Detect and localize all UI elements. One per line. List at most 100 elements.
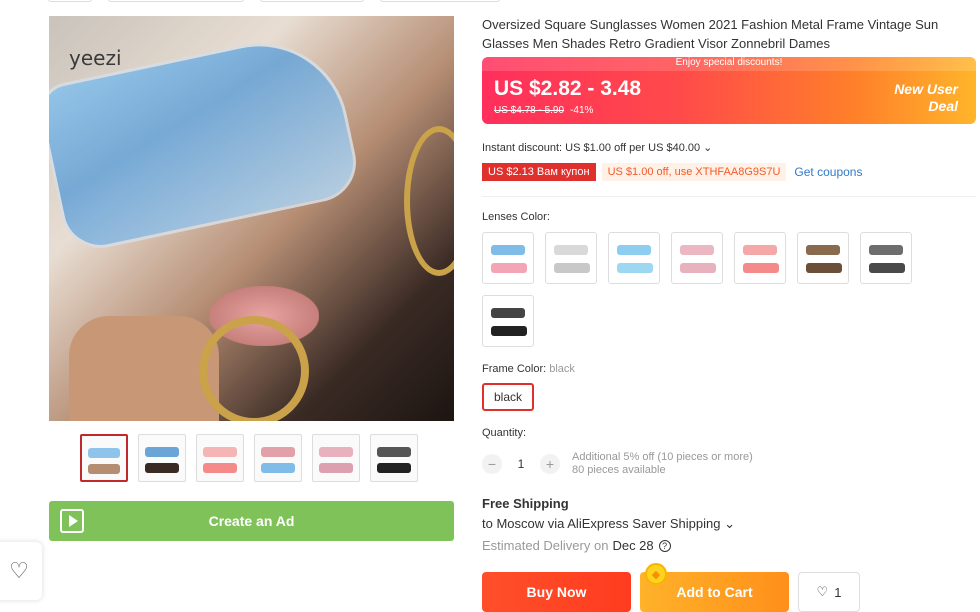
brand-watermark: yeezi	[69, 46, 122, 70]
thumbnail-lens	[88, 464, 120, 474]
thumbnail-strip	[80, 434, 418, 482]
get-coupons-link[interactable]: Get coupons	[794, 165, 862, 179]
coupon-code-badge[interactable]: US $1.00 off, use XTHFAA8G9S7U	[601, 163, 787, 181]
lens-top-shape	[806, 245, 840, 255]
coupon-row: US $2.13 Вам купон US $1.00 off, use XTH…	[482, 163, 862, 181]
shipping-destination[interactable]: to Moscow via AliExpress Saver Shipping …	[482, 516, 735, 532]
heart-icon: ♡	[9, 558, 29, 583]
image-earring-shape	[199, 316, 309, 421]
quantity-increase-button[interactable]: +	[540, 454, 560, 474]
image-hand-shape	[69, 316, 219, 421]
thumbnail-lens	[261, 447, 295, 457]
help-icon[interactable]: ?	[658, 539, 671, 552]
play-icon	[60, 509, 84, 533]
thumbnail[interactable]	[196, 434, 244, 482]
estimated-delivery-date: Dec 28	[612, 538, 654, 553]
quantity-decrease-button[interactable]: −	[482, 454, 502, 474]
quantity-label: Quantity:	[482, 427, 527, 439]
coin-icon: ◆	[645, 563, 667, 585]
coupon-badge[interactable]: US $2.13 Вам купон	[482, 163, 596, 181]
top-tabs	[48, 0, 500, 2]
thumbnail[interactable]	[254, 434, 302, 482]
lens-color-option[interactable]	[608, 232, 660, 284]
price-range: US $2.82 - 3.48	[494, 77, 642, 100]
image-hoop-shape	[404, 126, 454, 276]
thumbnail-lens	[145, 463, 179, 473]
thumbnail-lens	[203, 447, 237, 457]
frame-color-label: Frame Color: black	[482, 363, 575, 375]
quantity-stepper: − 1 + Additional 5% off (10 pieces or mo…	[482, 451, 753, 477]
quantity-input[interactable]: 1	[510, 457, 532, 471]
frame-color-option-black[interactable]: black	[482, 383, 534, 411]
lens-top-shape	[491, 308, 525, 318]
deal-line2: Deal	[928, 98, 958, 114]
shipping-destination-text: to Moscow via AliExpress Saver Shipping	[482, 516, 721, 531]
thumbnail[interactable]	[80, 434, 128, 482]
estimated-delivery: Estimated Delivery on Dec 28 ?	[482, 538, 671, 553]
lens-color-option[interactable]	[734, 232, 786, 284]
lens-top-shape	[617, 245, 651, 255]
quantity-info-line1: Additional 5% off (10 pieces or more)	[572, 451, 753, 463]
top-tab[interactable]	[380, 0, 500, 2]
top-tab[interactable]	[260, 0, 364, 2]
lens-bottom-shape	[680, 263, 716, 273]
chevron-down-icon: ⌄	[703, 142, 713, 154]
top-tab[interactable]	[48, 0, 92, 2]
buy-now-button[interactable]: Buy Now	[482, 572, 631, 612]
lens-color-option[interactable]	[671, 232, 723, 284]
lens-top-shape	[869, 245, 903, 255]
deal-line1: New User	[894, 81, 958, 97]
wishlist-button[interactable]: ♡ 1	[798, 572, 860, 612]
original-price-value: US $4.78 - 5.90	[494, 105, 565, 116]
lens-color-option[interactable]	[860, 232, 912, 284]
lens-color-option[interactable]	[545, 232, 597, 284]
discount-percent: -41%	[570, 105, 594, 116]
thumbnail[interactable]	[138, 434, 186, 482]
create-ad-button[interactable]: Create an Ad	[49, 501, 454, 541]
lens-bottom-shape	[491, 263, 527, 273]
quantity-info-line2: 80 pieces available	[572, 464, 666, 476]
lenses-color-label: Lenses Color:	[482, 211, 550, 223]
product-title: Oversized Square Sunglasses Women 2021 F…	[482, 17, 939, 51]
lens-bottom-shape	[491, 326, 527, 336]
floating-wishlist-button[interactable]: ♡	[0, 542, 42, 600]
thumbnail[interactable]	[312, 434, 360, 482]
quantity-info: Additional 5% off (10 pieces or more) 80…	[572, 451, 753, 477]
frame-color-value: black	[549, 363, 575, 375]
lens-color-option[interactable]	[482, 232, 534, 284]
instant-discount-text: Instant discount: US $1.00 off per US $4…	[482, 142, 701, 154]
wishlist-count: 1	[834, 584, 842, 600]
frame-color-label-text: Frame Color:	[482, 363, 547, 375]
heart-icon: ♡	[816, 584, 829, 599]
thumbnail[interactable]	[370, 434, 418, 482]
thumbnail-lens	[319, 463, 353, 473]
create-ad-label: Create an Ad	[208, 513, 295, 529]
estimated-delivery-label: Estimated Delivery on	[482, 538, 609, 553]
lens-top-shape	[491, 245, 525, 255]
lens-top-shape	[743, 245, 777, 255]
divider	[482, 196, 976, 197]
thumbnail-lens	[88, 448, 120, 458]
lens-bottom-shape	[554, 263, 590, 273]
thumbnail-lens	[203, 463, 237, 473]
main-product-image[interactable]: yeezi	[49, 16, 454, 421]
lens-color-option[interactable]	[482, 295, 534, 347]
instant-discount[interactable]: Instant discount: US $1.00 off per US $4…	[482, 141, 712, 154]
thumbnail-lens	[145, 447, 179, 457]
lens-top-shape	[554, 245, 588, 255]
thumbnail-lens	[377, 447, 411, 457]
shipping-title: Free Shipping	[482, 496, 569, 511]
thumbnail-lens	[377, 463, 411, 473]
new-user-deal-badge: New User Deal	[894, 81, 958, 115]
original-price: US $4.78 - 5.90 -41%	[494, 105, 593, 116]
lens-swatches	[482, 232, 922, 347]
lens-top-shape	[680, 245, 714, 255]
lens-bottom-shape	[743, 263, 779, 273]
lens-bottom-shape	[806, 263, 842, 273]
top-tab[interactable]	[108, 0, 244, 2]
price-box: Enjoy special discounts! US $2.82 - 3.48…	[482, 57, 976, 124]
lens-color-option[interactable]	[797, 232, 849, 284]
thumbnail-lens	[319, 447, 353, 457]
price-banner: Enjoy special discounts!	[482, 57, 976, 71]
chevron-down-icon: ⌄	[724, 516, 735, 531]
